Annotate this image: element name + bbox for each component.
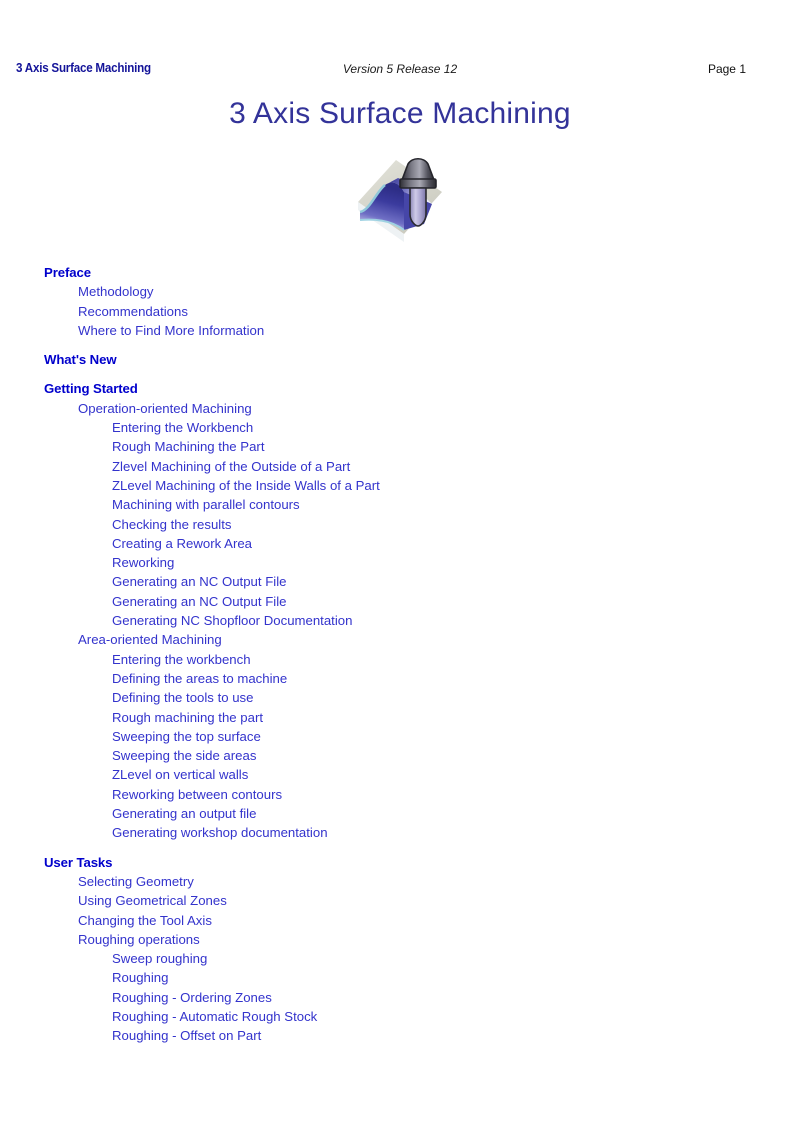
toc-entry-link[interactable]: Generating an output file	[0, 804, 800, 823]
toc-entry-link[interactable]: Creating a Rework Area	[0, 534, 800, 553]
table-of-contents: Preface Methodology Recommendations Where t…	[0, 263, 800, 1046]
icon-tool-shank	[409, 187, 427, 227]
toc-section-heading[interactable]: Preface	[0, 263, 800, 282]
toc-entry-link[interactable]: Sweeping the side areas	[0, 746, 800, 765]
icon-tool-collar	[399, 178, 437, 189]
toc-entry-link[interactable]: ZLevel on vertical walls	[0, 765, 800, 784]
document-page: { "header": { "left_title": "3 Axis Surf…	[0, 0, 800, 1134]
toc-entry-link[interactable]: Rough Machining the Part	[0, 437, 800, 456]
page-header: 3 Axis Surface Machining Version 5 Relea…	[0, 0, 800, 92]
toc-entry-link[interactable]: Generating an NC Output File	[0, 592, 800, 611]
toc-entry-link[interactable]: Defining the tools to use	[0, 688, 800, 707]
toc-entry-link[interactable]: Recommendations	[0, 302, 800, 321]
toc-entry-link[interactable]: Where to Find More Information	[0, 321, 800, 340]
toc-entry-link[interactable]: Roughing	[0, 968, 800, 987]
toc-entry-link[interactable]: Roughing - Offset on Part	[0, 1026, 800, 1045]
toc-entry-link[interactable]: Sweep roughing	[0, 949, 800, 968]
toc-entry-link[interactable]: Rough machining the part	[0, 708, 800, 727]
toc-entry-link[interactable]: Roughing - Automatic Rough Stock	[0, 1007, 800, 1026]
toc-entry-link[interactable]: Generating NC Shopfloor Documentation	[0, 611, 800, 630]
toc-entry-link[interactable]: Machining with parallel contours	[0, 495, 800, 514]
toc-entry-link[interactable]: Entering the Workbench	[0, 418, 800, 437]
toc-section-heading[interactable]: What's New	[0, 350, 800, 369]
toc-entry-link[interactable]: Methodology	[0, 282, 800, 301]
toc-entry-link[interactable]: ZLevel Machining of the Inside Walls of …	[0, 476, 800, 495]
surface-machining-icon	[352, 152, 448, 248]
header-page-number: Page 1	[707, 62, 746, 76]
toc-entry-link[interactable]: Roughing - Ordering Zones	[0, 988, 800, 1007]
toc-entry-link[interactable]: Generating workshop documentation	[0, 823, 800, 842]
toc-entry-link[interactable]: Zlevel Machining of the Outside of a Par…	[0, 457, 800, 476]
toc-entry-link[interactable]: Defining the areas to machine	[0, 669, 800, 688]
icon-tool-holder	[400, 157, 436, 181]
toc-section-heading[interactable]: User Tasks	[0, 853, 800, 872]
toc-entry-link[interactable]: Generating an NC Output File	[0, 572, 800, 591]
toc-entry-link[interactable]: Checking the results	[0, 515, 800, 534]
toc-section-heading[interactable]: Getting Started	[0, 379, 800, 398]
toc-entry-link[interactable]: Entering the workbench	[0, 650, 800, 669]
toc-entry-link[interactable]: Reworking	[0, 553, 800, 572]
toc-entry-link[interactable]: Operation-oriented Machining	[0, 399, 800, 418]
toc-entry-link[interactable]: Roughing operations	[0, 930, 800, 949]
toc-entry-link[interactable]: Area-oriented Machining	[0, 630, 800, 649]
header-version-label: Version 5 Release 12	[342, 62, 458, 76]
toc-entry-link[interactable]: Changing the Tool Axis	[0, 911, 800, 930]
page-title: 3 Axis Surface Machining	[229, 97, 571, 130]
toc-entry-link[interactable]: Using Geometrical Zones	[0, 891, 800, 910]
toc-entry-link[interactable]: Sweeping the top surface	[0, 727, 800, 746]
toc-entry-link[interactable]: Selecting Geometry	[0, 872, 800, 891]
toc-entry-link[interactable]: Reworking between contours	[0, 785, 800, 804]
